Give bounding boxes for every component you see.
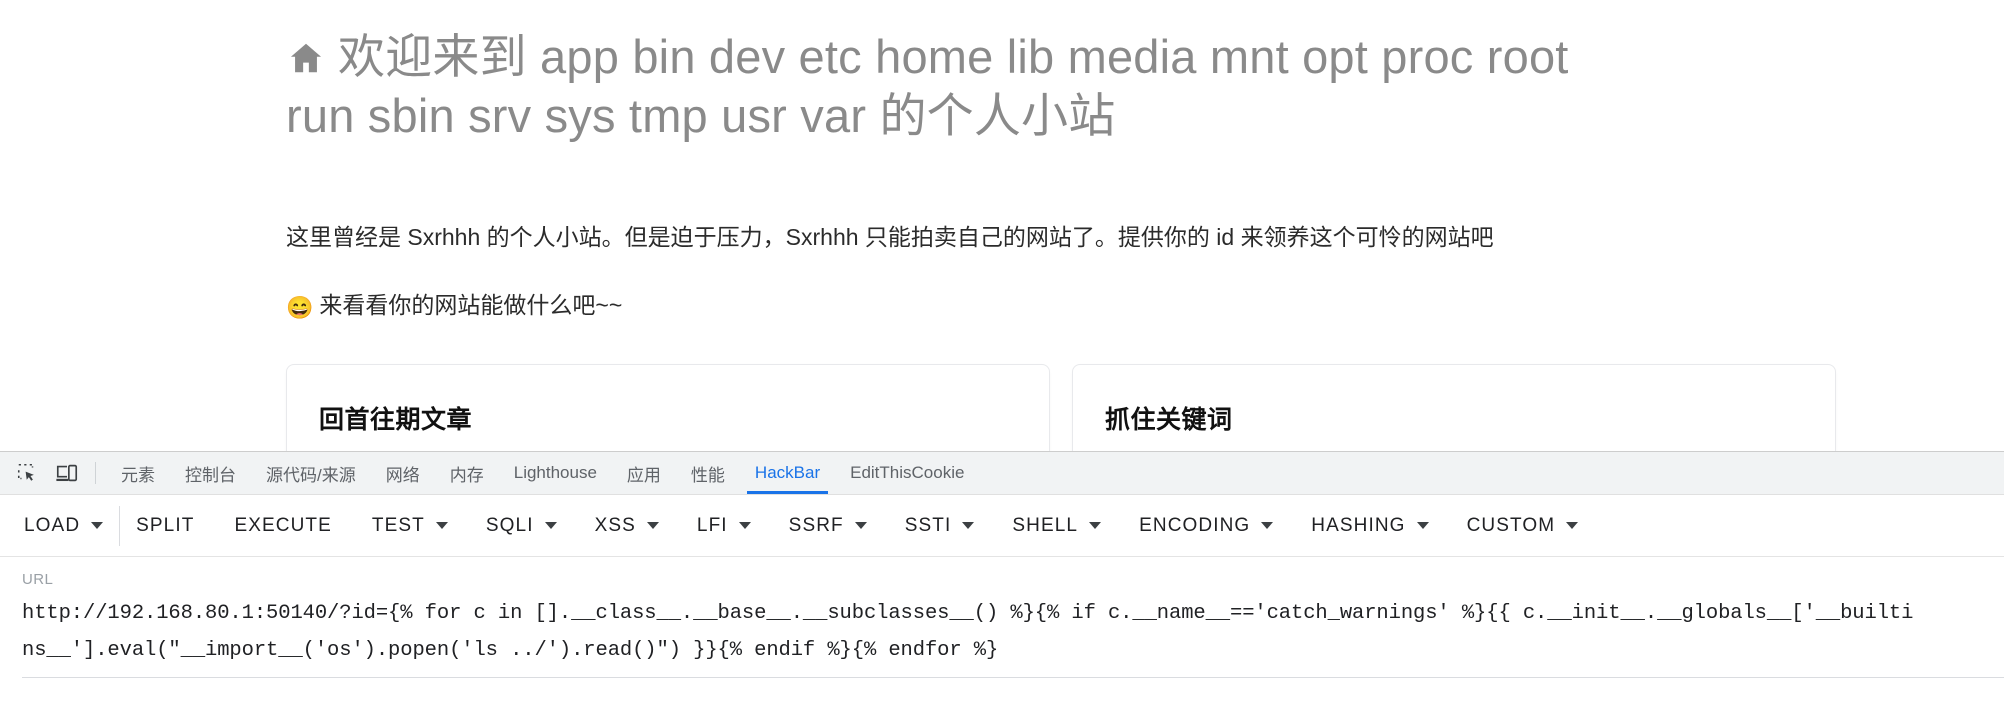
- hackbar-custom-group: CUSTOM: [1465, 509, 1579, 543]
- xss-caret-icon[interactable]: [646, 522, 659, 529]
- lfi-button[interactable]: LFI: [695, 509, 730, 543]
- load-button[interactable]: LOAD: [22, 509, 82, 543]
- hackbar-split-group: SPLIT: [134, 509, 196, 543]
- hackbar-execute-group: EXECUTE: [232, 509, 333, 543]
- page-title: 欢迎来到 app bin dev etc home lib media mnt …: [286, 0, 1576, 143]
- ssrf-button[interactable]: SSRF: [787, 509, 846, 543]
- hackbar-test-group: TEST: [370, 509, 448, 543]
- encoding-button[interactable]: ENCODING: [1137, 509, 1252, 543]
- url-label: URL: [22, 571, 54, 588]
- home-icon: [286, 34, 326, 89]
- tagline-text: 来看看你的网站能做什么吧~~: [319, 291, 623, 318]
- tab-editthiscookie[interactable]: EditThisCookie: [835, 452, 979, 494]
- tab-elements[interactable]: 元素: [106, 452, 170, 494]
- tagline: 😄 来看看你的网站能做什么吧~~: [286, 288, 1576, 324]
- tab-memory[interactable]: 内存: [435, 452, 499, 494]
- tab-console[interactable]: 控制台: [170, 452, 251, 494]
- xss-button[interactable]: XSS: [593, 509, 638, 543]
- encoding-caret-icon[interactable]: [1261, 522, 1274, 529]
- shell-caret-icon[interactable]: [1089, 522, 1102, 529]
- tab-lighthouse[interactable]: Lighthouse: [499, 452, 612, 494]
- inspect-element-icon[interactable]: [7, 452, 47, 494]
- devtools-panel: 元素 控制台 源代码/来源 网络 内存 Lighthouse 应用 性能 Hac…: [0, 451, 2004, 727]
- tab-sources[interactable]: 源代码/来源: [251, 452, 371, 494]
- hackbar-lfi-group: LFI: [695, 509, 751, 543]
- hackbar-sqli-group: SQLI: [484, 509, 557, 543]
- custom-button[interactable]: CUSTOM: [1465, 509, 1558, 543]
- hackbar-url-area: URL http://192.168.80.1:50140/?id={% for…: [0, 557, 2004, 678]
- hackbar-ssrf-group: SSRF: [787, 509, 867, 543]
- test-caret-icon[interactable]: [435, 522, 448, 529]
- sqli-caret-icon[interactable]: [544, 522, 557, 529]
- ssti-button[interactable]: SSTI: [903, 509, 954, 543]
- toolbar-divider: [95, 462, 96, 484]
- hackbar-hashing-group: HASHING: [1309, 509, 1429, 543]
- tab-network[interactable]: 网络: [371, 452, 435, 494]
- hackbar-load-group: LOAD: [22, 505, 134, 546]
- hackbar-divider: [119, 505, 121, 546]
- url-input[interactable]: http://192.168.80.1:50140/?id={% for c i…: [22, 595, 1922, 669]
- sqli-button[interactable]: SQLI: [484, 509, 536, 543]
- hackbar-ssti-group: SSTI: [903, 509, 975, 543]
- smile-emoji-icon: 😄: [286, 294, 314, 320]
- tab-performance[interactable]: 性能: [676, 452, 740, 494]
- execute-button[interactable]: EXECUTE: [232, 509, 333, 543]
- device-toolbar-icon[interactable]: [47, 452, 87, 494]
- hackbar-xss-group: XSS: [593, 509, 659, 543]
- lfi-caret-icon[interactable]: [738, 522, 751, 529]
- test-button[interactable]: TEST: [370, 509, 427, 543]
- split-button[interactable]: SPLIT: [134, 509, 196, 543]
- ssrf-caret-icon[interactable]: [854, 522, 867, 529]
- ssti-caret-icon[interactable]: [962, 522, 975, 529]
- hackbar-encoding-group: ENCODING: [1137, 509, 1274, 543]
- page-title-text: 欢迎来到 app bin dev etc home lib media mnt …: [286, 30, 1569, 142]
- hashing-button[interactable]: HASHING: [1309, 509, 1407, 543]
- card-heading: 回首往期文章: [319, 405, 473, 434]
- hackbar-shell-group: SHELL: [1010, 509, 1102, 543]
- url-input-underline: [22, 677, 2004, 678]
- intro-paragraph: 这里曾经是 Sxrhhh 的个人小站。但是迫于压力，Sxrhhh 只能拍卖自己的…: [286, 224, 1494, 251]
- tab-application[interactable]: 应用: [612, 452, 676, 494]
- hashing-caret-icon[interactable]: [1416, 522, 1429, 529]
- devtools-tabbar: 元素 控制台 源代码/来源 网络 内存 Lighthouse 应用 性能 Hac…: [0, 452, 2004, 495]
- shell-button[interactable]: SHELL: [1010, 509, 1080, 543]
- load-caret-icon[interactable]: [91, 522, 104, 529]
- custom-caret-icon[interactable]: [1566, 522, 1579, 529]
- tab-hackbar[interactable]: HackBar: [740, 452, 835, 494]
- hackbar-toolbar: LOAD SPLIT EXECUTE TEST SQLI XSS LFI SSR…: [0, 495, 2004, 557]
- card-heading: 抓住关键词: [1105, 405, 1233, 434]
